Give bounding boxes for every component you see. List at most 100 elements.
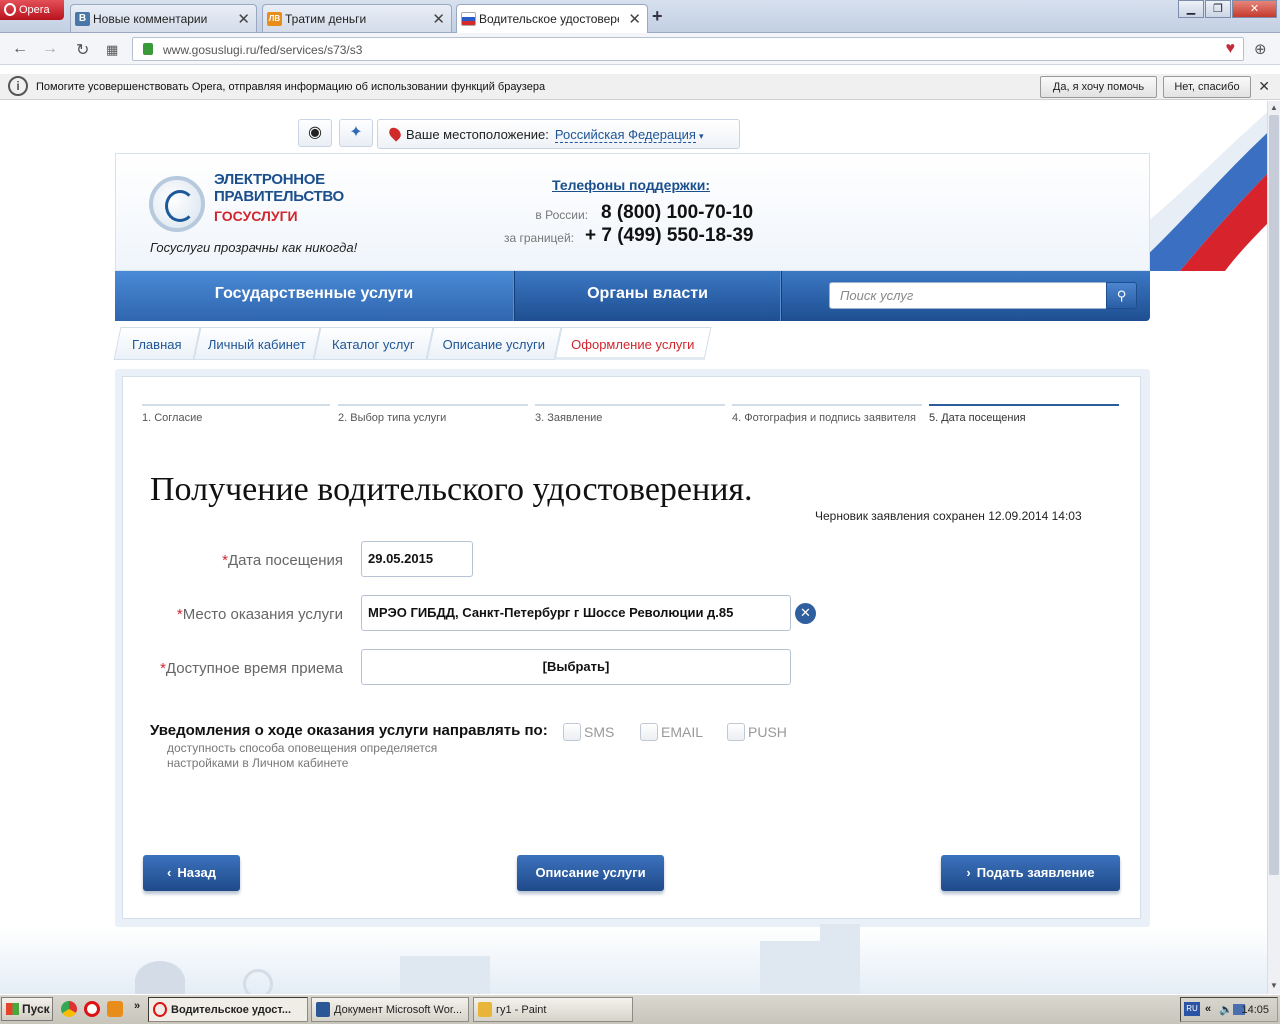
system-tray: RU « 🔈 14:05 bbox=[1180, 997, 1278, 1022]
maximize-icon[interactable]: ❐ bbox=[1205, 0, 1231, 18]
close-infobar-icon[interactable]: ✕ bbox=[1258, 78, 1270, 95]
browser-tab-money[interactable]: ЛВ Тратим деньги ✕ bbox=[262, 4, 452, 32]
step-application[interactable]: 3. Заявление bbox=[535, 404, 725, 426]
opera-menu-button[interactable]: Opera bbox=[0, 0, 64, 20]
opera-infobar: i Помогите усовершенствовать Opera, отпр… bbox=[0, 74, 1280, 100]
infobar-yes-button[interactable]: Да, я хочу помочь bbox=[1040, 76, 1157, 98]
phone-ru-number: 8 (800) 100-70-10 bbox=[601, 202, 754, 223]
phone-abroad-number: + 7 (499) 550-18-39 bbox=[585, 225, 754, 246]
checkbox-icon bbox=[727, 723, 745, 741]
location-label: Ваше местоположение: bbox=[406, 127, 549, 142]
reload-icon[interactable]: ↻ bbox=[76, 40, 89, 60]
forward-arrow-icon[interactable]: → bbox=[42, 40, 58, 58]
minimize-icon[interactable]: ▁ bbox=[1178, 0, 1204, 18]
visit-date-field[interactable]: 29.05.2015 bbox=[361, 541, 473, 577]
download-icon[interactable]: ⊕ bbox=[1254, 40, 1267, 58]
lock-icon bbox=[143, 43, 153, 55]
opera-icon[interactable] bbox=[84, 1001, 100, 1017]
breadcrumb-description[interactable]: Описание услуги bbox=[426, 327, 562, 360]
vk-icon: В bbox=[75, 12, 90, 26]
bookmark-heart-icon[interactable]: ♥ bbox=[1226, 40, 1236, 58]
search-icon[interactable]: ⚲ bbox=[1106, 282, 1137, 309]
accessibility-eye-icon[interactable]: ◉ bbox=[298, 119, 332, 147]
sms-checkbox[interactable]: SMS bbox=[563, 723, 614, 741]
available-time-label: *Доступное время приема bbox=[160, 660, 343, 677]
email-checkbox[interactable]: EMAIL bbox=[640, 723, 703, 741]
url-text: www.gosuslugi.ru/fed/services/s73/s3 bbox=[163, 43, 363, 57]
address-bar[interactable]: www.gosuslugi.ru/fed/services/s73/s3 ♥ bbox=[132, 37, 1244, 61]
close-tab-icon[interactable]: ✕ bbox=[628, 10, 641, 28]
location-pin-icon bbox=[386, 125, 404, 142]
opera-icon bbox=[153, 1002, 167, 1017]
checkbox-icon bbox=[640, 723, 658, 741]
tab-title: Новые комментарии bbox=[93, 12, 208, 26]
logo-title[interactable]: ЭЛЕКТРОННОЕ ПРАВИТЕЛЬСТВО bbox=[214, 171, 344, 205]
location-value[interactable]: Российская Федерация bbox=[554, 127, 696, 143]
task-paint[interactable]: гу1 - Paint bbox=[473, 997, 633, 1022]
opera-logo-icon bbox=[4, 3, 16, 16]
menu-authorities[interactable]: Органы власти bbox=[515, 271, 780, 321]
service-description-button[interactable]: Описание услуги bbox=[517, 855, 664, 891]
city-silhouette bbox=[400, 956, 490, 994]
scroll-up-icon[interactable]: ▲ bbox=[1270, 103, 1278, 112]
location-selector[interactable]: Ваше местоположение: Российская Федерация… bbox=[377, 119, 740, 149]
service-search-input[interactable]: Поиск услуг bbox=[829, 282, 1107, 309]
speaker-icon[interactable]: 🔈 bbox=[1219, 1003, 1233, 1016]
site-favicon-icon: ЛВ bbox=[267, 12, 282, 26]
form-panel bbox=[122, 376, 1141, 919]
service-place-field[interactable]: МРЭО ГИБДД, Санкт-Петербург г Шоссе Рево… bbox=[361, 595, 791, 631]
start-button[interactable]: Пуск bbox=[1, 997, 53, 1021]
close-window-icon[interactable]: ✕ bbox=[1232, 0, 1277, 18]
quicklaunch-more-icon[interactable]: » bbox=[134, 1000, 140, 1012]
push-checkbox[interactable]: PUSH bbox=[727, 723, 787, 741]
breadcrumb-home[interactable]: Главная bbox=[113, 327, 201, 360]
web-page: ◉ ✦ Ваше местоположение: Российская Федер… bbox=[0, 101, 1267, 994]
step-service-type[interactable]: 2. Выбор типа услуги bbox=[338, 404, 528, 426]
step-photo-signature[interactable]: 4. Фотография и подпись заявителя bbox=[732, 404, 922, 426]
back-button[interactable]: ‹ Назад bbox=[143, 855, 240, 891]
menu-divider bbox=[780, 271, 782, 321]
back-arrow-icon[interactable]: ← bbox=[12, 40, 28, 58]
breadcrumb-account[interactable]: Личный кабинет bbox=[193, 327, 321, 360]
task-word[interactable]: Документ Microsoft Wor... bbox=[311, 997, 469, 1022]
infobar-message: Помогите усовершенствовать Opera, отправ… bbox=[36, 81, 546, 93]
browser-tab-comments[interactable]: В Новые комментарии ✕ bbox=[70, 4, 257, 32]
compass-icon[interactable]: ✦ bbox=[339, 119, 373, 147]
submit-application-button[interactable]: › Подать заявление bbox=[941, 855, 1120, 891]
logo-subtitle: ГОСУСЛУГИ bbox=[214, 208, 298, 224]
browser-tab-bar: Opera В Новые комментарии ✕ ЛВ Тратим де… bbox=[0, 0, 1280, 33]
slogan: Госуслуги прозрачны как никогда! bbox=[150, 240, 358, 255]
task-browser[interactable]: Водительское удост... bbox=[148, 997, 308, 1022]
page-scrollbar[interactable]: ▲ ▼ bbox=[1267, 101, 1280, 994]
clock: 14:05 bbox=[1241, 1004, 1269, 1016]
site-header: ЭЛЕКТРОННОЕ ПРАВИТЕЛЬСТВО ГОСУСЛУГИ Госу… bbox=[115, 153, 1150, 271]
tray-expand-icon[interactable]: « bbox=[1205, 1003, 1211, 1015]
close-tab-icon[interactable]: ✕ bbox=[237, 10, 250, 28]
main-menu: Государственные услуги Органы власти Пои… bbox=[115, 271, 1150, 321]
windows-logo-icon bbox=[6, 1003, 19, 1015]
footer-background bbox=[0, 927, 1267, 994]
city-silhouette bbox=[760, 941, 820, 994]
gosuslugi-logo-icon[interactable] bbox=[149, 176, 205, 232]
support-phones-link[interactable]: Телефоны поддержки: bbox=[552, 177, 710, 193]
scroll-down-icon[interactable]: ▼ bbox=[1270, 981, 1278, 990]
quicklaunch-app-icon[interactable] bbox=[107, 1001, 123, 1017]
new-tab-plus-icon[interactable]: + bbox=[652, 6, 663, 27]
browser-tab-license[interactable]: Водительское удостоверение ✕ bbox=[456, 4, 648, 33]
city-silhouette bbox=[820, 924, 860, 994]
step-consent[interactable]: 1. Согласие bbox=[142, 404, 330, 426]
speed-dial-grid-icon[interactable]: ▦ bbox=[106, 42, 118, 58]
scrollbar-thumb[interactable] bbox=[1269, 115, 1279, 875]
infobar-no-button[interactable]: Нет, спасибо bbox=[1163, 76, 1251, 98]
clear-place-icon[interactable]: ✕ bbox=[795, 603, 816, 624]
step-visit-date: 5. Дата посещения bbox=[929, 404, 1119, 426]
menu-state-services[interactable]: Государственные услуги bbox=[115, 271, 513, 321]
language-indicator[interactable]: RU bbox=[1184, 1002, 1200, 1016]
choose-time-field[interactable]: [Выбрать] bbox=[361, 649, 791, 685]
paint-icon bbox=[478, 1002, 492, 1017]
close-tab-icon[interactable]: ✕ bbox=[432, 10, 445, 28]
chrome-icon[interactable] bbox=[61, 1001, 77, 1017]
breadcrumb-catalog[interactable]: Каталог услуг bbox=[313, 327, 434, 360]
service-place-label: *Место оказания услуги bbox=[176, 606, 343, 623]
notifications-hint: доступность способа оповещения определяе… bbox=[167, 741, 438, 770]
